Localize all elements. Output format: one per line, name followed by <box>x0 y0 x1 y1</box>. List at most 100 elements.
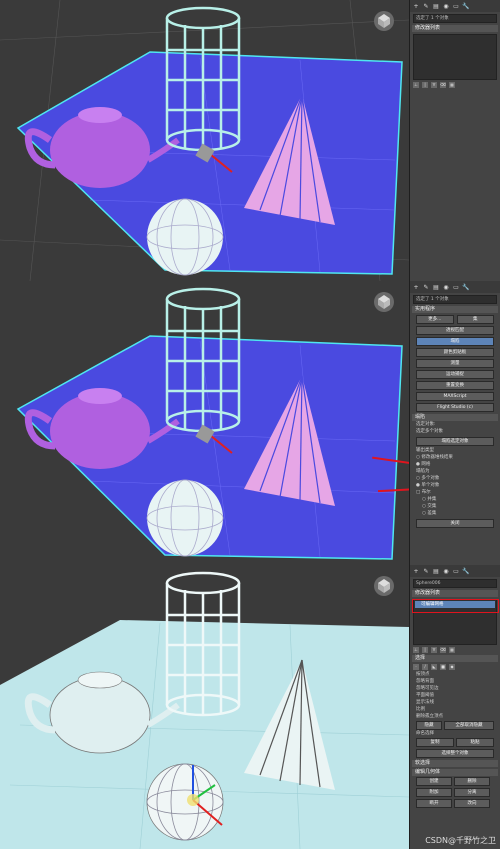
turn-button[interactable]: 改向 <box>454 799 490 808</box>
view-cube-icon[interactable] <box>373 291 395 313</box>
unique-icon[interactable]: ∀ <box>431 647 437 653</box>
delete-isolated-label[interactable]: 删除孤立顶点 <box>416 714 494 720</box>
remove-modifier-icon[interactable]: ⌫ <box>440 647 446 653</box>
planar-threshold-label[interactable]: 平面阈值 <box>416 693 494 699</box>
viewport-2[interactable] <box>0 281 410 565</box>
more-button[interactable]: 更多... <box>416 315 454 324</box>
modifier-stack[interactable] <box>413 34 497 80</box>
utilities-tab-icon[interactable]: 🔧 <box>462 3 470 10</box>
utilities-tab-icon[interactable]: 🔧 <box>462 568 470 575</box>
hide-row: 隐藏 全部取消隐藏 <box>416 721 494 730</box>
utility-btn-perspective-match[interactable]: 透视匹配 <box>416 326 494 335</box>
collapse-rollout-title[interactable]: 塌陷 <box>412 414 498 421</box>
motion-tab-icon[interactable]: ◉ <box>442 568 450 575</box>
hierarchy-tab-icon[interactable]: ▤ <box>432 3 440 10</box>
utility-btn-motion-capture[interactable]: 运动捕捉 <box>416 370 494 379</box>
create-tab-icon[interactable]: + <box>412 568 420 575</box>
modifier-list-title[interactable]: 修改器列表 <box>412 590 498 597</box>
attach-button[interactable]: 附加 <box>416 788 452 797</box>
show-result-icon[interactable]: | <box>422 647 428 653</box>
utility-btn-measure[interactable]: 测量 <box>416 359 494 368</box>
show-normals-label[interactable]: 显示法线 <box>416 700 494 706</box>
collapse-selected-label: 选定对象: <box>416 422 436 427</box>
subtraction-radio[interactable]: ○ 差集 <box>416 511 494 517</box>
unique-icon[interactable]: ∀ <box>431 82 437 88</box>
create-tab-icon[interactable]: + <box>412 284 420 291</box>
scale-label[interactable]: 比例 <box>416 707 494 713</box>
face-icon[interactable]: ◣ <box>431 664 437 670</box>
ignore-backfacing-label[interactable]: 忽略背面 <box>416 679 494 685</box>
motion-tab-icon[interactable]: ◉ <box>442 3 450 10</box>
modify-tab-icon[interactable]: ✎ <box>422 3 430 10</box>
scene-2 <box>16 287 403 560</box>
utility-btn-maxscript[interactable]: MAXScript <box>416 392 494 401</box>
display-tab-icon[interactable]: ▭ <box>452 284 460 291</box>
frame-1: + ✎ ▤ ◉ ▭ 🔧 选定了 1 个对象 修改器列表 ⊥ | ∀ ⌫ ▦ <box>0 0 500 281</box>
frame-2: + ✎ ▤ ◉ ▭ 🔧 选定了 1 个对象 实用程序 更多... 集 透视匹配 … <box>0 281 500 565</box>
config-icon[interactable]: ▦ <box>449 82 455 88</box>
viewport-3[interactable] <box>0 565 410 849</box>
sets-button[interactable]: 集 <box>456 315 494 324</box>
modify-tab-icon[interactable]: ✎ <box>422 284 430 291</box>
motion-tab-icon[interactable]: ◉ <box>442 284 450 291</box>
utility-btn-flight-studio[interactable]: Flight Studio (c) <box>416 403 494 412</box>
object-name-field[interactable]: Sphere006 <box>413 579 497 588</box>
scene-1 <box>0 0 409 281</box>
utility-btn-collapse[interactable]: 塌陷 <box>416 337 494 346</box>
edge-icon[interactable]: / <box>422 664 428 670</box>
create-button[interactable]: 创建 <box>416 777 452 786</box>
utility-btn-reset-xform[interactable]: 重置变换 <box>416 381 494 390</box>
utility-btn-color-clipboard[interactable]: 颜色剪贴板 <box>416 348 494 357</box>
output-stack-radio[interactable]: ○ 修改器堆栈结果 <box>416 455 494 461</box>
unhide-all-button[interactable]: 全部取消隐藏 <box>444 721 494 730</box>
modifier-list-title[interactable]: 修改器列表 <box>412 25 498 32</box>
output-mesh-label: 网格 <box>421 462 431 467</box>
stack-toolbar: ⊥ | ∀ ⌫ ▦ <box>413 647 497 653</box>
utilities-rollout-title[interactable]: 实用程序 <box>412 306 498 313</box>
break-button[interactable]: 断开 <box>416 799 452 808</box>
output-mesh-radio[interactable]: ● 网格 <box>416 462 494 468</box>
single-object-radio[interactable]: ● 单个对象 <box>416 483 494 489</box>
union-radio[interactable]: ○ 并集 <box>416 497 494 503</box>
subobject-row: · / ◣ ■ ◆ <box>413 664 497 670</box>
by-vertex-label[interactable]: 按顶点 <box>416 672 494 678</box>
vertex-icon[interactable]: · <box>413 664 419 670</box>
object-name-field[interactable]: 选定了 1 个对象 <box>413 295 497 304</box>
edit-geometry-rollout-title[interactable]: 编辑几何体 <box>412 769 498 776</box>
pin-icon[interactable]: ⊥ <box>413 82 419 88</box>
view-cube-icon[interactable] <box>373 575 395 597</box>
stack-toolbar: ⊥ | ∀ ⌫ ▦ <box>413 82 497 88</box>
delete-button[interactable]: 删除 <box>454 777 490 786</box>
copy-button[interactable]: 复制 <box>416 738 454 747</box>
config-icon[interactable]: ▦ <box>449 647 455 653</box>
viewport-1[interactable] <box>0 0 410 281</box>
object-name-field[interactable]: 选定了 1 个对象 <box>413 14 497 23</box>
show-result-icon[interactable]: | <box>422 82 428 88</box>
ignore-visible-edges-label[interactable]: 忽略可见边 <box>416 686 494 692</box>
pin-icon[interactable]: ⊥ <box>413 647 419 653</box>
polygon-icon[interactable]: ■ <box>440 664 446 670</box>
remove-modifier-icon[interactable]: ⌫ <box>440 82 446 88</box>
create-tab-icon[interactable]: + <box>412 3 420 10</box>
hide-button[interactable]: 隐藏 <box>416 721 442 730</box>
display-tab-icon[interactable]: ▭ <box>452 3 460 10</box>
multiple-objects-radio[interactable]: ○ 多个对象 <box>416 476 494 482</box>
watermark: CSDN@千野竹之卫 <box>425 836 496 845</box>
view-cube-icon[interactable] <box>373 10 395 32</box>
collapse-selected-button[interactable]: 塌陷选定对象 <box>416 437 494 446</box>
modify-tab-icon[interactable]: ✎ <box>422 568 430 575</box>
hierarchy-tab-icon[interactable]: ▤ <box>432 568 440 575</box>
hierarchy-tab-icon[interactable]: ▤ <box>432 284 440 291</box>
select-whole-object-button[interactable]: 选择整个对象 <box>416 749 494 758</box>
soft-selection-rollout-title[interactable]: 软选择 <box>412 760 498 767</box>
paste-button[interactable]: 粘贴 <box>456 738 494 747</box>
element-icon[interactable]: ◆ <box>449 664 455 670</box>
boolean-checkbox[interactable]: □ 布尔 <box>416 490 494 496</box>
utilities-tab-icon[interactable]: 🔧 <box>462 284 470 291</box>
close-button[interactable]: 关闭 <box>416 519 494 528</box>
command-tabs: + ✎ ▤ ◉ ▭ 🔧 <box>410 565 500 577</box>
selection-rollout-title[interactable]: 选择 <box>412 655 498 662</box>
detach-button[interactable]: 分离 <box>454 788 490 797</box>
intersection-radio[interactable]: ○ 交集 <box>416 504 494 510</box>
display-tab-icon[interactable]: ▭ <box>452 568 460 575</box>
